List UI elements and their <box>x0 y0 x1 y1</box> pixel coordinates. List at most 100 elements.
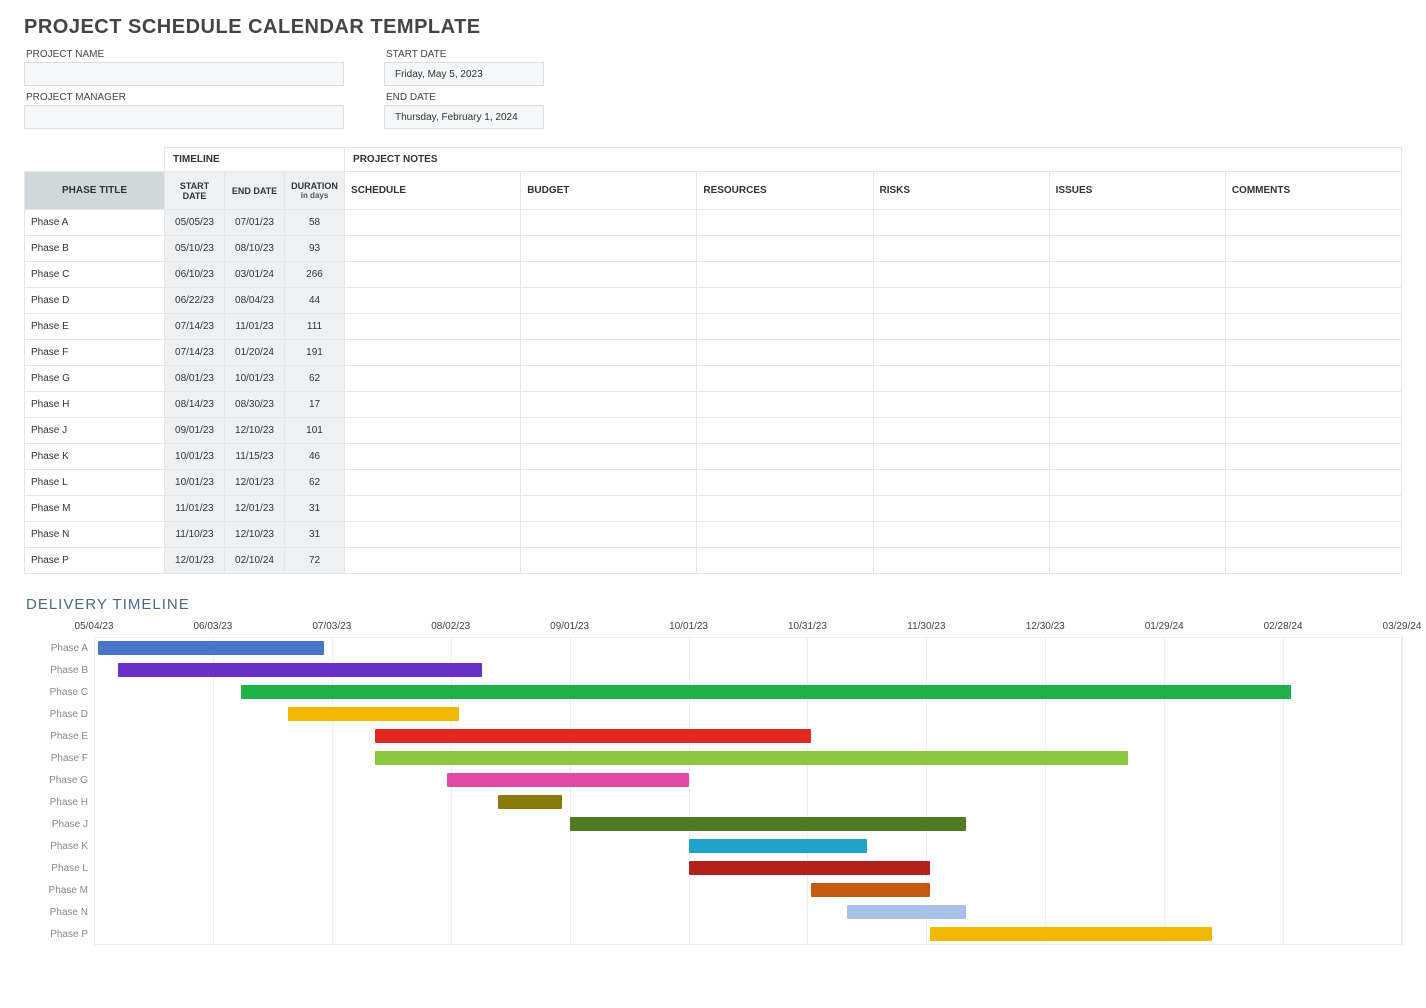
cell-risks[interactable] <box>873 548 1049 574</box>
cell-dur[interactable]: 44 <box>285 288 345 314</box>
cell-dur[interactable]: 46 <box>285 444 345 470</box>
cell-end[interactable]: 12/01/23 <box>225 496 285 522</box>
cell-resources[interactable] <box>697 392 873 418</box>
cell-resources[interactable] <box>697 548 873 574</box>
cell-comments[interactable] <box>1225 340 1401 366</box>
cell-risks[interactable] <box>873 522 1049 548</box>
cell-dur[interactable]: 31 <box>285 496 345 522</box>
cell-start[interactable]: 05/05/23 <box>165 210 225 236</box>
cell-risks[interactable] <box>873 262 1049 288</box>
cell-comments[interactable] <box>1225 210 1401 236</box>
cell-start[interactable]: 06/10/23 <box>165 262 225 288</box>
cell-phase-name[interactable]: Phase N <box>25 522 165 548</box>
input-project-manager[interactable] <box>24 105 344 129</box>
cell-start[interactable]: 06/22/23 <box>165 288 225 314</box>
cell-budget[interactable] <box>521 288 697 314</box>
cell-phase-name[interactable]: Phase E <box>25 314 165 340</box>
cell-phase-name[interactable]: Phase K <box>25 444 165 470</box>
cell-issues[interactable] <box>1049 444 1225 470</box>
cell-phase-name[interactable]: Phase J <box>25 418 165 444</box>
cell-start[interactable]: 07/14/23 <box>165 314 225 340</box>
cell-dur[interactable]: 58 <box>285 210 345 236</box>
cell-start[interactable]: 08/14/23 <box>165 392 225 418</box>
cell-start[interactable]: 10/01/23 <box>165 444 225 470</box>
cell-issues[interactable] <box>1049 340 1225 366</box>
cell-start[interactable]: 07/14/23 <box>165 340 225 366</box>
cell-resources[interactable] <box>697 522 873 548</box>
cell-schedule[interactable] <box>345 236 521 262</box>
cell-end[interactable]: 02/10/24 <box>225 548 285 574</box>
cell-end[interactable]: 11/15/23 <box>225 444 285 470</box>
cell-start[interactable]: 09/01/23 <box>165 418 225 444</box>
cell-end[interactable]: 08/04/23 <box>225 288 285 314</box>
cell-comments[interactable] <box>1225 470 1401 496</box>
cell-schedule[interactable] <box>345 392 521 418</box>
cell-end[interactable]: 08/30/23 <box>225 392 285 418</box>
cell-dur[interactable]: 62 <box>285 470 345 496</box>
cell-dur[interactable]: 191 <box>285 340 345 366</box>
cell-start[interactable]: 08/01/23 <box>165 366 225 392</box>
cell-phase-name[interactable]: Phase H <box>25 392 165 418</box>
cell-phase-name[interactable]: Phase P <box>25 548 165 574</box>
cell-dur[interactable]: 111 <box>285 314 345 340</box>
cell-issues[interactable] <box>1049 262 1225 288</box>
cell-resources[interactable] <box>697 314 873 340</box>
cell-dur[interactable]: 72 <box>285 548 345 574</box>
cell-budget[interactable] <box>521 236 697 262</box>
cell-phase-name[interactable]: Phase M <box>25 496 165 522</box>
cell-comments[interactable] <box>1225 288 1401 314</box>
cell-issues[interactable] <box>1049 392 1225 418</box>
cell-issues[interactable] <box>1049 522 1225 548</box>
cell-comments[interactable] <box>1225 236 1401 262</box>
cell-schedule[interactable] <box>345 496 521 522</box>
cell-resources[interactable] <box>697 366 873 392</box>
cell-start[interactable]: 11/10/23 <box>165 522 225 548</box>
cell-risks[interactable] <box>873 314 1049 340</box>
cell-schedule[interactable] <box>345 418 521 444</box>
cell-budget[interactable] <box>521 210 697 236</box>
cell-issues[interactable] <box>1049 470 1225 496</box>
cell-schedule[interactable] <box>345 314 521 340</box>
cell-resources[interactable] <box>697 210 873 236</box>
cell-schedule[interactable] <box>345 340 521 366</box>
cell-schedule[interactable] <box>345 288 521 314</box>
cell-phase-name[interactable]: Phase C <box>25 262 165 288</box>
cell-budget[interactable] <box>521 444 697 470</box>
cell-issues[interactable] <box>1049 236 1225 262</box>
cell-end[interactable]: 11/01/23 <box>225 314 285 340</box>
cell-comments[interactable] <box>1225 496 1401 522</box>
cell-schedule[interactable] <box>345 548 521 574</box>
cell-issues[interactable] <box>1049 496 1225 522</box>
cell-schedule[interactable] <box>345 210 521 236</box>
cell-end[interactable]: 10/01/23 <box>225 366 285 392</box>
cell-start[interactable]: 05/10/23 <box>165 236 225 262</box>
cell-schedule[interactable] <box>345 470 521 496</box>
value-end-date[interactable]: Thursday, February 1, 2024 <box>384 105 544 129</box>
cell-issues[interactable] <box>1049 366 1225 392</box>
cell-dur[interactable]: 31 <box>285 522 345 548</box>
cell-resources[interactable] <box>697 340 873 366</box>
cell-budget[interactable] <box>521 340 697 366</box>
cell-comments[interactable] <box>1225 262 1401 288</box>
cell-risks[interactable] <box>873 470 1049 496</box>
cell-dur[interactable]: 101 <box>285 418 345 444</box>
cell-resources[interactable] <box>697 418 873 444</box>
cell-phase-name[interactable]: Phase G <box>25 366 165 392</box>
cell-risks[interactable] <box>873 236 1049 262</box>
cell-resources[interactable] <box>697 444 873 470</box>
cell-start[interactable]: 10/01/23 <box>165 470 225 496</box>
cell-comments[interactable] <box>1225 444 1401 470</box>
cell-schedule[interactable] <box>345 522 521 548</box>
cell-budget[interactable] <box>521 470 697 496</box>
cell-issues[interactable] <box>1049 210 1225 236</box>
cell-schedule[interactable] <box>345 366 521 392</box>
cell-risks[interactable] <box>873 288 1049 314</box>
cell-dur[interactable]: 62 <box>285 366 345 392</box>
cell-issues[interactable] <box>1049 418 1225 444</box>
cell-phase-name[interactable]: Phase B <box>25 236 165 262</box>
cell-end[interactable]: 01/20/24 <box>225 340 285 366</box>
cell-dur[interactable]: 17 <box>285 392 345 418</box>
cell-risks[interactable] <box>873 340 1049 366</box>
cell-risks[interactable] <box>873 444 1049 470</box>
cell-risks[interactable] <box>873 366 1049 392</box>
